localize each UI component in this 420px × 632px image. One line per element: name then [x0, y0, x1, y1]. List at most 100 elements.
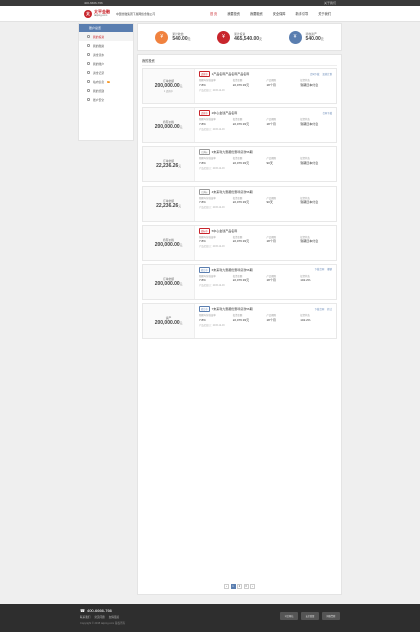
card-right: 转让中 6未来利九惠都优惠呼贷款56期 下载合同 撤销 预期年化收益率 投资金额 产品期限投…	[195, 265, 336, 299]
field-label: 预期年化收益率	[199, 196, 216, 200]
top-about-link[interactable]: 关于我们	[324, 1, 336, 5]
product-title[interactable]: 4未来利九惠都优惠呼贷款56期	[212, 190, 253, 194]
card-link[interactable]: 转让	[327, 307, 332, 311]
card-right: 还款中 1产品名称产品名称产品名称 合同下载 还款计划 预期年化收益率 投资金额 产品期限 投…	[195, 69, 336, 103]
nav-invest[interactable]: 我要投资	[222, 6, 245, 22]
product-name[interactable]: 已满标 3未来利九惠都优惠呼贷款56期	[199, 149, 332, 156]
product-name[interactable]: 转让中 6未来利九惠都优惠呼贷款56期	[199, 266, 332, 273]
page-button[interactable]: 2	[237, 584, 242, 589]
page-button[interactable]: ›	[250, 584, 255, 589]
footer-link-faq[interactable]: 常见问题	[94, 615, 104, 619]
amount-unit: 元	[179, 126, 183, 130]
summary-unit: 元	[320, 37, 324, 41]
trust-badge-1[interactable]: 可信网站	[280, 612, 298, 620]
investment-card: 订单金额 200,000.00元 转让中 6未来利九惠都优惠呼贷款56期 下载合同 撤销预…	[142, 263, 337, 300]
field-value: 22,076.93元	[232, 317, 250, 322]
footer-link-contact[interactable]: 联系我们	[80, 615, 90, 619]
field-value: 到期还本付息	[300, 200, 319, 205]
product-title[interactable]: 1产品名称产品名称产品名称	[212, 72, 250, 76]
card-link[interactable]: 还款计划	[322, 72, 332, 76]
card-left: 资产 200,000.00元	[143, 304, 195, 339]
main-nav: 首 页 我要投资 我要融资 安全保障 新手引导 关于我们	[205, 6, 336, 22]
nav-guide[interactable]: 新手引导	[291, 6, 314, 22]
field-label: 产品期限	[266, 314, 277, 318]
product-title[interactable]: 7未来利九惠都优惠呼贷款56期	[212, 307, 253, 311]
field-label: 产品期限	[266, 118, 277, 122]
amount-unit: 元	[178, 165, 181, 169]
trust-badge-3[interactable]: 网络警察	[322, 612, 340, 620]
hotline: 400-6666-766	[84, 1, 103, 5]
start-date: 产品起息日：2015-12-03	[199, 324, 225, 327]
card-fields: 预期年化收益率 投资金额 产品期限 投资状态 7.8% 22,076.93元 18个月 到期还…	[199, 78, 332, 87]
sidebar-item[interactable]: 账户安全	[79, 95, 133, 104]
page-button[interactable]: 1	[230, 584, 236, 589]
sidebar-item[interactable]: 站内信息 3	[79, 77, 133, 86]
card-links: 下载合同 转让	[315, 307, 332, 311]
amount-unit: 元	[179, 243, 183, 247]
field-label: 预期年化收益率	[199, 274, 216, 278]
field-label: 投资金额	[232, 274, 243, 278]
card-link[interactable]: 合同下载	[322, 111, 332, 115]
status-tag: 还款中	[199, 71, 210, 77]
menu-item-icon	[87, 98, 90, 101]
field-value: 18个月	[266, 278, 276, 283]
field-value: 90天	[266, 160, 273, 165]
card-link[interactable]: 下载合同	[315, 307, 325, 311]
product-name[interactable]: 还款中 2中心金钱产品名称	[199, 110, 332, 117]
trust-badge-2[interactable]: 安全联盟	[301, 612, 319, 620]
status-tag: 还款中	[199, 110, 210, 117]
card-note: 1 还款中	[163, 90, 174, 93]
sidebar-item[interactable]: 我的奖励	[79, 86, 133, 95]
field-label: 投资金额	[232, 196, 243, 200]
nav-home[interactable]: 首 页	[205, 6, 222, 22]
amount-unit: 元	[178, 204, 181, 208]
card-fields: 预期年化收益率 投资金额 产品期限 投资状态 7.8% 22,076.93元 18个月 到期还…	[199, 117, 332, 126]
summary-value: 465,540.00元	[234, 36, 262, 42]
nav-finance[interactable]: 我要融资	[245, 6, 268, 22]
card-link[interactable]: 下载合同	[315, 267, 325, 271]
field-label: 投资状态	[300, 79, 310, 82]
card-link[interactable]: 撤销	[327, 267, 332, 271]
field-value: 7.8%	[199, 278, 206, 283]
field-value: 18个月	[266, 317, 276, 322]
field-label: 预期年化收益率	[199, 157, 216, 161]
field-label: 产品期限	[266, 157, 277, 161]
product-name[interactable]: 投标中 5中心金钱产品名称	[199, 227, 332, 234]
logo[interactable]: 太 太平金融 taiping.com	[84, 9, 110, 18]
sidebar-item[interactable]: 资金记录	[79, 68, 133, 77]
nav-security[interactable]: 安全保障	[268, 6, 291, 22]
card-left: 订单金额 200,000.00元 1 还款中	[143, 69, 195, 103]
start-date: 产品起息日：2015-12-03	[199, 285, 225, 288]
card-link[interactable]: 合同下载	[310, 72, 320, 76]
sidebar-item[interactable]: 我的账户	[79, 59, 133, 68]
field-label: 预期年化收益率	[199, 314, 216, 318]
start-date: 产品起息日：2015-12-03	[199, 89, 225, 92]
card-right: 已满标 4未来利九惠都优惠呼贷款56期 预期年化收益率 投资金额 产品期限 投资状态 7.8…	[195, 187, 336, 221]
product-name[interactable]: 已满标 4未来利九惠都优惠呼贷款56期	[199, 188, 332, 195]
page-button[interactable]: ‹	[224, 584, 229, 589]
field-label: 预期年化收益率	[199, 235, 216, 239]
card-amount: 200,000.00元	[154, 241, 183, 248]
sidebar-item-label: 资金流水	[93, 52, 105, 57]
sidebar-item[interactable]: 我的投资	[79, 32, 133, 41]
sidebar-title[interactable]: 账户总览	[79, 24, 133, 32]
summary-unit: 元	[187, 37, 191, 41]
menu-item-icon	[87, 53, 90, 56]
sidebar-item[interactable]: 资金流水	[79, 50, 133, 59]
product-name[interactable]: 转让中 7未来利九惠都优惠呼贷款56期	[199, 306, 332, 313]
nav-about[interactable]: 关于我们	[313, 6, 336, 22]
field-label: 投资状态	[300, 314, 310, 318]
summary-item: ¥ 待收资产 540.00元	[288, 30, 324, 44]
page-button[interactable]: 3	[243, 584, 249, 589]
field-value: 7.8%	[199, 82, 206, 87]
product-title[interactable]: 5中心金钱产品名称	[212, 229, 238, 233]
start-date: 产品起息日：2015-12-03	[199, 207, 225, 210]
field-label: 投资金额	[232, 235, 243, 239]
start-date: 产品起息日：2015-12-03	[199, 128, 225, 131]
footer-link-friends[interactable]: 友情链接	[109, 615, 119, 619]
field-value: 18个月	[266, 121, 276, 126]
product-title[interactable]: 6未来利九惠都优惠呼贷款56期	[212, 268, 253, 272]
product-title[interactable]: 3未来利九惠都优惠呼贷款56期	[212, 150, 253, 154]
sidebar-item[interactable]: 我的融资	[79, 41, 133, 50]
product-title[interactable]: 2中心金钱产品名称	[212, 111, 238, 115]
